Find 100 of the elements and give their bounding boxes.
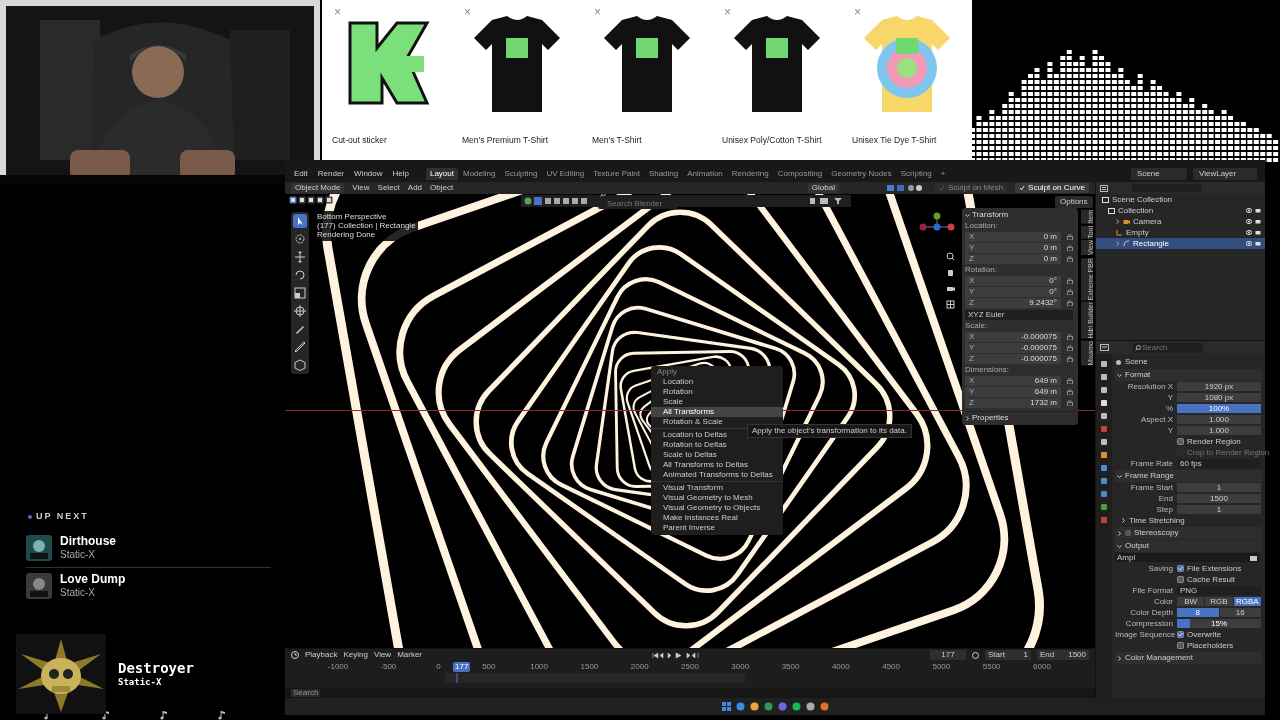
menu-item[interactable]: Edit xyxy=(293,168,309,180)
menu-item[interactable]: Rotation & Scale xyxy=(651,417,783,427)
checkbox[interactable] xyxy=(1125,530,1131,536)
menu-item[interactable]: Visual Transform xyxy=(651,483,783,493)
product-card[interactable]: × Cut-out sticker xyxy=(322,0,452,163)
workspace-tab[interactable]: Layout xyxy=(425,168,458,180)
menu-item[interactable]: Object xyxy=(430,184,454,192)
subpanel-title[interactable]: Time Stretching xyxy=(1129,516,1185,525)
add-workspace-button[interactable]: + xyxy=(936,168,950,180)
toggle-button[interactable]: Sculpt on Curve xyxy=(1015,183,1089,193)
number-field[interactable]: Y 0° xyxy=(965,287,1061,297)
product-card[interactable]: × Men's Premium T-Shirt xyxy=(452,0,582,163)
checkbox[interactable] xyxy=(1177,576,1184,583)
menu-item[interactable]: Help xyxy=(391,168,410,180)
menu-item[interactable]: All Transforms xyxy=(651,407,783,417)
number-field[interactable]: 1.000 xyxy=(1177,415,1261,424)
menu-item[interactable]: Render xyxy=(316,168,346,180)
menu-item[interactable]: Visual Geometry to Mesh xyxy=(651,493,783,503)
lock-icon[interactable] xyxy=(1067,256,1073,262)
workspace-tab[interactable]: Geometry Nodes xyxy=(827,168,896,180)
segment-button[interactable]: 16 xyxy=(1219,608,1261,617)
eye-icon[interactable] xyxy=(1246,241,1252,246)
start-frame-field[interactable]: Start 1 xyxy=(985,650,1031,660)
slider[interactable]: 100% xyxy=(1177,404,1261,413)
workspace-tab[interactable]: Sculpting xyxy=(500,168,542,180)
lock-icon[interactable] xyxy=(1067,356,1073,362)
outliner-editor-icon[interactable] xyxy=(1100,184,1108,192)
number-field[interactable]: 1920 px xyxy=(1177,382,1261,391)
select-cursor-icon[interactable] xyxy=(293,214,307,228)
product-card[interactable]: × Unisex Poly/Cotton T-Shirt xyxy=(712,0,842,163)
panel-header[interactable]: Frame Range xyxy=(1115,470,1262,482)
options-dropdown[interactable]: Options xyxy=(1055,196,1093,208)
folder-icon[interactable] xyxy=(1250,554,1257,561)
workspace-tab[interactable]: UV Editing xyxy=(542,168,589,180)
file-path-field[interactable]: Ampl xyxy=(1115,553,1259,562)
lock-icon[interactable] xyxy=(1067,289,1073,295)
camera-icon[interactable] xyxy=(946,284,955,293)
number-field[interactable]: 1.000 xyxy=(1177,426,1261,435)
menu-item[interactable]: Keying xyxy=(343,651,368,659)
workspace-tab[interactable]: Rendering xyxy=(727,168,773,180)
number-field[interactable]: Z 9.2432° xyxy=(965,298,1061,308)
close-icon[interactable]: × xyxy=(724,6,731,18)
selection-mode-icon[interactable] xyxy=(307,196,315,204)
scale-icon[interactable] xyxy=(293,286,307,300)
rotation-mode-dropdown[interactable]: XYZ Euler xyxy=(965,310,1073,320)
menu-item[interactable]: Marker xyxy=(397,651,423,659)
panel-header[interactable]: Output xyxy=(1115,540,1262,552)
cube-icon[interactable] xyxy=(293,358,307,372)
menu-item[interactable]: View xyxy=(352,184,370,192)
menu-item[interactable]: Make Instances Real xyxy=(651,513,783,523)
selection-mode-icon[interactable] xyxy=(325,196,333,204)
workspace-tab[interactable]: Shading xyxy=(644,168,683,180)
menu-item[interactable]: Add xyxy=(407,184,423,192)
number-field[interactable]: Z -0.000075 xyxy=(965,354,1061,364)
clock-editor-icon[interactable] xyxy=(291,651,299,659)
number-field[interactable]: X 0° xyxy=(965,276,1061,286)
transform-icon[interactable] xyxy=(293,304,307,318)
checkbox[interactable] xyxy=(1177,631,1184,638)
selection-mode-icon[interactable] xyxy=(298,196,306,204)
slider[interactable]: 15% xyxy=(1177,619,1261,628)
lock-icon[interactable] xyxy=(1067,300,1073,306)
menu-item[interactable]: Window xyxy=(353,168,384,180)
workspace-tab[interactable]: Modeling xyxy=(459,168,500,180)
outliner-row[interactable]: Rectangle xyxy=(1096,238,1265,249)
menu-item[interactable]: Parent Inverse xyxy=(651,523,783,533)
number-field[interactable]: 1 xyxy=(1177,505,1261,514)
zoom-icon[interactable] xyxy=(946,252,955,261)
lock-icon[interactable] xyxy=(1067,278,1073,284)
end-frame-field[interactable]: End 1500 xyxy=(1037,650,1089,660)
ruler-icon[interactable] xyxy=(293,340,307,354)
outliner-row[interactable]: Empty xyxy=(1096,227,1265,238)
menu-item[interactable]: Scale xyxy=(651,397,783,407)
stopwatch-icon[interactable] xyxy=(972,651,979,659)
number-field[interactable]: Z 0 m xyxy=(965,254,1061,264)
menu-item[interactable]: Location xyxy=(651,377,783,387)
lock-icon[interactable] xyxy=(1067,245,1073,251)
close-icon[interactable]: × xyxy=(464,6,471,18)
workspace-tab[interactable]: Animation xyxy=(683,168,727,180)
properties-editor-icon[interactable] xyxy=(1100,344,1109,351)
segment-button[interactable]: BW xyxy=(1177,597,1205,606)
view-layer-selector[interactable]: ViewLayer xyxy=(1193,168,1257,180)
search-field[interactable]: Search xyxy=(1133,342,1203,353)
outliner-row[interactable]: Camera xyxy=(1096,216,1265,227)
outliner-row[interactable]: Collection xyxy=(1096,205,1265,216)
menu-item[interactable]: Visual Geometry to Objects xyxy=(651,503,783,513)
move-arrows-icon[interactable] xyxy=(293,250,307,264)
segment-button[interactable]: RGBA xyxy=(1233,597,1261,606)
workspace-tab[interactable]: Scripting xyxy=(896,168,936,180)
mode-dropdown[interactable]: Object Mode xyxy=(291,183,345,193)
checkbox[interactable] xyxy=(1177,438,1184,445)
segment-button[interactable]: 8 xyxy=(1177,608,1219,617)
lock-icon[interactable] xyxy=(1067,345,1073,351)
grid-icon[interactable] xyxy=(946,300,955,309)
number-field[interactable]: 1500 xyxy=(1177,494,1261,503)
lock-icon[interactable] xyxy=(1067,234,1073,240)
dropdown[interactable]: 60 fps xyxy=(1177,459,1261,468)
number-field[interactable]: Y -0.000075 xyxy=(965,343,1061,353)
number-field[interactable]: Z 1732 m xyxy=(965,398,1061,408)
rotate-icon[interactable] xyxy=(293,268,307,282)
number-field[interactable]: X 0 m xyxy=(965,232,1061,242)
